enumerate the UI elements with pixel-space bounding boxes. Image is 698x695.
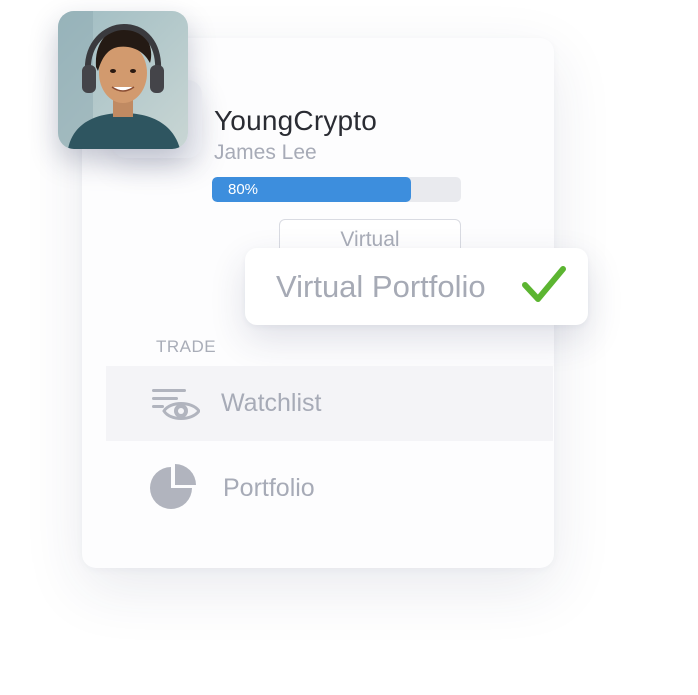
virtual-portfolio-popup[interactable]: Virtual Portfolio: [245, 248, 588, 325]
progress-bar: 80%: [212, 177, 461, 202]
popup-label: Virtual Portfolio: [276, 269, 486, 304]
avatar-photo: [58, 11, 188, 149]
progress-label: 80%: [228, 181, 259, 198]
portfolio-label: Portfolio: [223, 474, 315, 502]
menu-item-portfolio[interactable]: Portfolio: [106, 451, 553, 526]
avatar[interactable]: [58, 11, 188, 149]
menu-item-watchlist[interactable]: Watchlist: [106, 366, 553, 441]
check-icon: [522, 266, 566, 302]
trade-section-label: TRADE: [156, 337, 217, 356]
watchlist-eye-icon: [152, 389, 200, 420]
full-name: James Lee: [214, 141, 317, 164]
username: YoungCrypto: [214, 105, 378, 136]
pie-chart-icon: [150, 464, 196, 509]
watchlist-label: Watchlist: [221, 389, 322, 417]
